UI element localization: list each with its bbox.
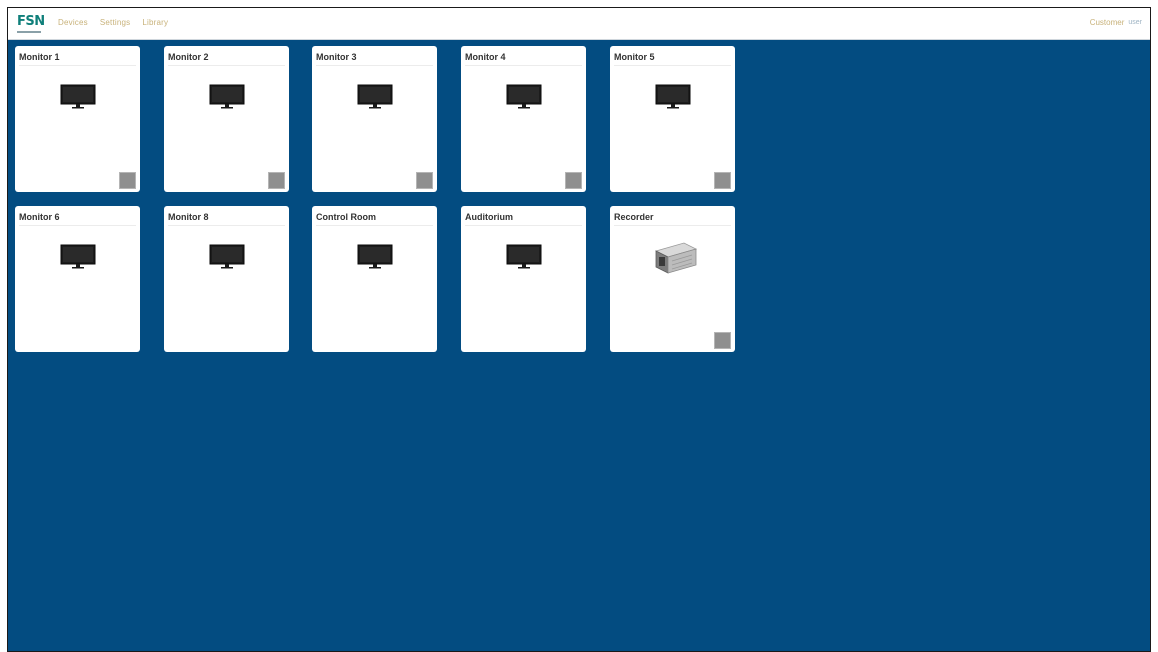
device-card-recorder[interactable]: Recorder <box>610 206 735 352</box>
user-dropdown-toggle[interactable]: user <box>1128 19 1142 26</box>
user-menu[interactable]: Customer user <box>1090 18 1142 27</box>
device-status-square[interactable] <box>268 172 285 189</box>
device-status-square[interactable] <box>714 332 731 349</box>
device-card-title: Monitor 3 <box>316 52 357 62</box>
device-status-square[interactable] <box>119 172 136 189</box>
device-card-title: Monitor 5 <box>614 52 655 62</box>
card-divider <box>316 65 433 66</box>
recorder-icon <box>654 242 698 274</box>
monitor-icon <box>506 244 542 269</box>
card-divider <box>614 65 731 66</box>
monitor-icon <box>60 244 96 269</box>
fsn-logo[interactable]: FSN <box>17 15 47 35</box>
card-divider <box>614 225 731 226</box>
card-divider <box>168 225 285 226</box>
monitor-icon <box>209 84 245 109</box>
monitor-icon <box>357 244 393 269</box>
top-navigation-bar: FSN Devices Settings Library Customer us… <box>8 8 1150 40</box>
device-card-monitor-5[interactable]: Monitor 5 <box>610 46 735 192</box>
device-card-monitor-6[interactable]: Monitor 6 <box>15 206 140 352</box>
monitor-icon <box>60 84 96 109</box>
device-card-monitor-1[interactable]: Monitor 1 <box>15 46 140 192</box>
device-card-title: Recorder <box>614 212 654 222</box>
monitor-icon <box>209 244 245 269</box>
card-divider <box>19 225 136 226</box>
device-status-square[interactable] <box>416 172 433 189</box>
app-window: FSN Devices Settings Library Customer us… <box>7 7 1151 652</box>
device-card-title: Monitor 8 <box>168 212 209 222</box>
device-card-monitor-8[interactable]: Monitor 8 <box>164 206 289 352</box>
logo-tagline-mark <box>17 31 41 33</box>
logo-text: FSN <box>17 14 45 29</box>
monitor-icon <box>357 84 393 109</box>
main-nav: Devices Settings Library <box>58 18 168 27</box>
device-status-square[interactable] <box>565 172 582 189</box>
card-divider <box>465 65 582 66</box>
card-divider <box>465 225 582 226</box>
nav-link-devices[interactable]: Devices <box>58 18 88 27</box>
device-card-monitor-4[interactable]: Monitor 4 <box>461 46 586 192</box>
device-card-title: Monitor 4 <box>465 52 506 62</box>
nav-link-settings[interactable]: Settings <box>100 18 131 27</box>
device-card-title: Monitor 2 <box>168 52 209 62</box>
monitor-icon <box>655 84 691 109</box>
card-divider <box>168 65 285 66</box>
device-card-monitor-2[interactable]: Monitor 2 <box>164 46 289 192</box>
nav-link-library[interactable]: Library <box>142 18 168 27</box>
device-card-title: Auditorium <box>465 212 513 222</box>
card-divider <box>316 225 433 226</box>
device-status-square[interactable] <box>714 172 731 189</box>
device-card-title: Monitor 1 <box>19 52 60 62</box>
device-card-title: Control Room <box>316 212 376 222</box>
card-divider <box>19 65 136 66</box>
device-card-auditorium[interactable]: Auditorium <box>461 206 586 352</box>
device-card-control-room[interactable]: Control Room <box>312 206 437 352</box>
monitor-icon <box>506 84 542 109</box>
device-card-title: Monitor 6 <box>19 212 60 222</box>
user-name[interactable]: Customer <box>1090 18 1125 27</box>
device-card-monitor-3[interactable]: Monitor 3 <box>312 46 437 192</box>
